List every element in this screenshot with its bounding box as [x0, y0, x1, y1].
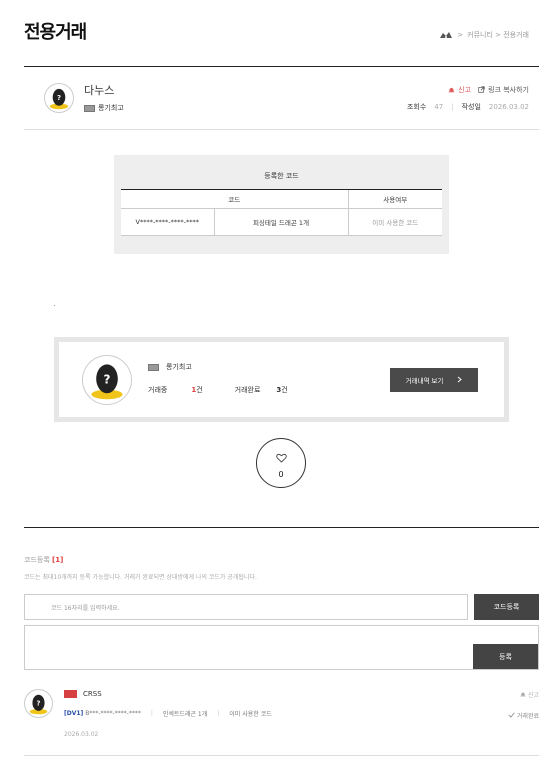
- heart-icon: [275, 448, 287, 467]
- comment-textarea[interactable]: [24, 625, 539, 670]
- comment-date: 2026.03.02: [64, 731, 99, 738]
- date-value: 2026.03.02: [488, 103, 529, 111]
- code-register-notice: 코드는 최대10개까지 등록 가능합니다. 거래가 완료되면 상대방에게 나의 …: [24, 574, 257, 581]
- author-name[interactable]: 다누스: [84, 82, 114, 98]
- breadcrumb-separator: >: [457, 31, 464, 39]
- date-label: 작성일: [461, 103, 481, 111]
- report-label: 신고: [458, 86, 471, 94]
- comment-report-label: 신고: [527, 692, 539, 699]
- code-column-header: 코드: [121, 189, 348, 209]
- avatar-egg-icon: ?: [49, 88, 69, 110]
- comment-body: [DV1] B***-****-****-**** | 인섹트드래곤 1개 | …: [64, 709, 272, 718]
- comment-item: 인섹트드래곤 1개: [162, 711, 208, 718]
- breadcrumb: > 커뮤니티 > 전용거래: [439, 30, 529, 40]
- author-grade-label: 롱기최고: [98, 104, 124, 112]
- views-label: 조회수: [406, 103, 427, 111]
- code-register-label: 코드등록: [24, 556, 50, 564]
- external-link-icon: [478, 85, 485, 95]
- grade-icon: [84, 104, 95, 112]
- code-register-button[interactable]: 코드등록: [474, 594, 539, 620]
- grade-icon: [148, 363, 159, 371]
- comment-author-name: CRSS: [83, 690, 102, 698]
- separator-dot: [54, 305, 55, 306]
- comment-divider: |: [217, 710, 220, 717]
- comment-trade-status: 거래완료: [508, 711, 539, 720]
- chevron-right-icon: [457, 376, 463, 385]
- code-register-count: [1]: [52, 556, 64, 564]
- code-register-title: 코드등록 [1]: [24, 555, 63, 565]
- grade-icon: [64, 690, 77, 698]
- comment-section-divider: [24, 527, 539, 528]
- page-title: 전용거래: [24, 22, 87, 43]
- like-count: 0: [278, 469, 284, 479]
- comment-code: B***-****-****-****: [85, 710, 141, 717]
- comment-tag: [DV1]: [64, 710, 84, 717]
- code-cell: V****-****-****-****: [121, 208, 214, 236]
- done-label: 거래완료: [234, 386, 261, 394]
- bell-icon: [520, 691, 526, 699]
- like-button[interactable]: 0: [256, 438, 306, 488]
- comment-status: 이미 사용한 코드: [229, 711, 272, 718]
- trading-label: 거래중: [148, 386, 168, 394]
- seller-stats: 거래중 1건 거래완료 3건: [148, 385, 288, 395]
- item-cell: 피싱테일 드래곤 1개: [213, 208, 348, 236]
- table-row: V****-****-****-**** 피싱테일 드래곤 1개 이미 사용한 …: [121, 208, 442, 236]
- status-cell: 이미 사용한 코드: [347, 208, 442, 236]
- header-divider: [24, 66, 539, 67]
- check-icon: [508, 712, 515, 720]
- comment-divider: |: [150, 710, 153, 717]
- seller-avatar[interactable]: ?: [82, 355, 132, 405]
- svg-text:?: ?: [104, 373, 111, 387]
- trading-unit: 건: [196, 386, 203, 394]
- avatar-egg-icon: ?: [91, 364, 123, 400]
- trade-history-button[interactable]: 거래내역 보기: [390, 368, 478, 392]
- svg-text:?: ?: [37, 700, 41, 708]
- code-box-caption: 등록한 코드: [264, 172, 299, 180]
- code-table: 코드 사용여부 V****-****-****-**** 피싱테일 드래곤 1개…: [121, 189, 442, 236]
- seller-name[interactable]: 롱기최고: [148, 362, 192, 372]
- avatar-egg-icon: ?: [29, 694, 48, 715]
- breadcrumb-path[interactable]: 커뮤니티 > 전용거래: [467, 30, 529, 40]
- copy-link-button[interactable]: 링크 복사하기: [478, 85, 529, 95]
- bell-icon: [448, 86, 455, 95]
- comment-avatar[interactable]: ?: [24, 689, 53, 718]
- registered-code-box: 등록한 코드 코드 사용여부 V****-****-****-**** 피싱테일…: [114, 155, 449, 254]
- comment-trade-status-label: 거래완료: [516, 713, 539, 720]
- post-meta: 조회수 47 | 작성일 2026.03.02: [407, 102, 529, 112]
- comment-author[interactable]: CRSS: [64, 690, 102, 698]
- copy-link-label: 링크 복사하기: [488, 86, 529, 94]
- author-avatar[interactable]: ?: [44, 83, 74, 113]
- status-column-header: 사용여부: [347, 189, 442, 209]
- author-grade: 롱기최고: [84, 103, 124, 113]
- code-input[interactable]: 코드 16자리를 입력하세요.: [24, 594, 468, 620]
- seller-name-label: 롱기최고: [166, 363, 192, 371]
- comment-bottom-divider: [24, 755, 539, 756]
- done-unit: 건: [281, 386, 288, 394]
- report-button[interactable]: 신고: [448, 85, 471, 95]
- home-icon[interactable]: [439, 31, 453, 40]
- svg-text:?: ?: [57, 94, 61, 102]
- comment-report-button[interactable]: 신고: [520, 690, 539, 699]
- meta-divider: |: [451, 103, 454, 111]
- trade-history-label: 거래내역 보기: [405, 378, 444, 385]
- post-header-divider: [24, 129, 539, 130]
- views-value: 47: [434, 103, 444, 111]
- comment-submit-button[interactable]: 등록: [473, 644, 538, 669]
